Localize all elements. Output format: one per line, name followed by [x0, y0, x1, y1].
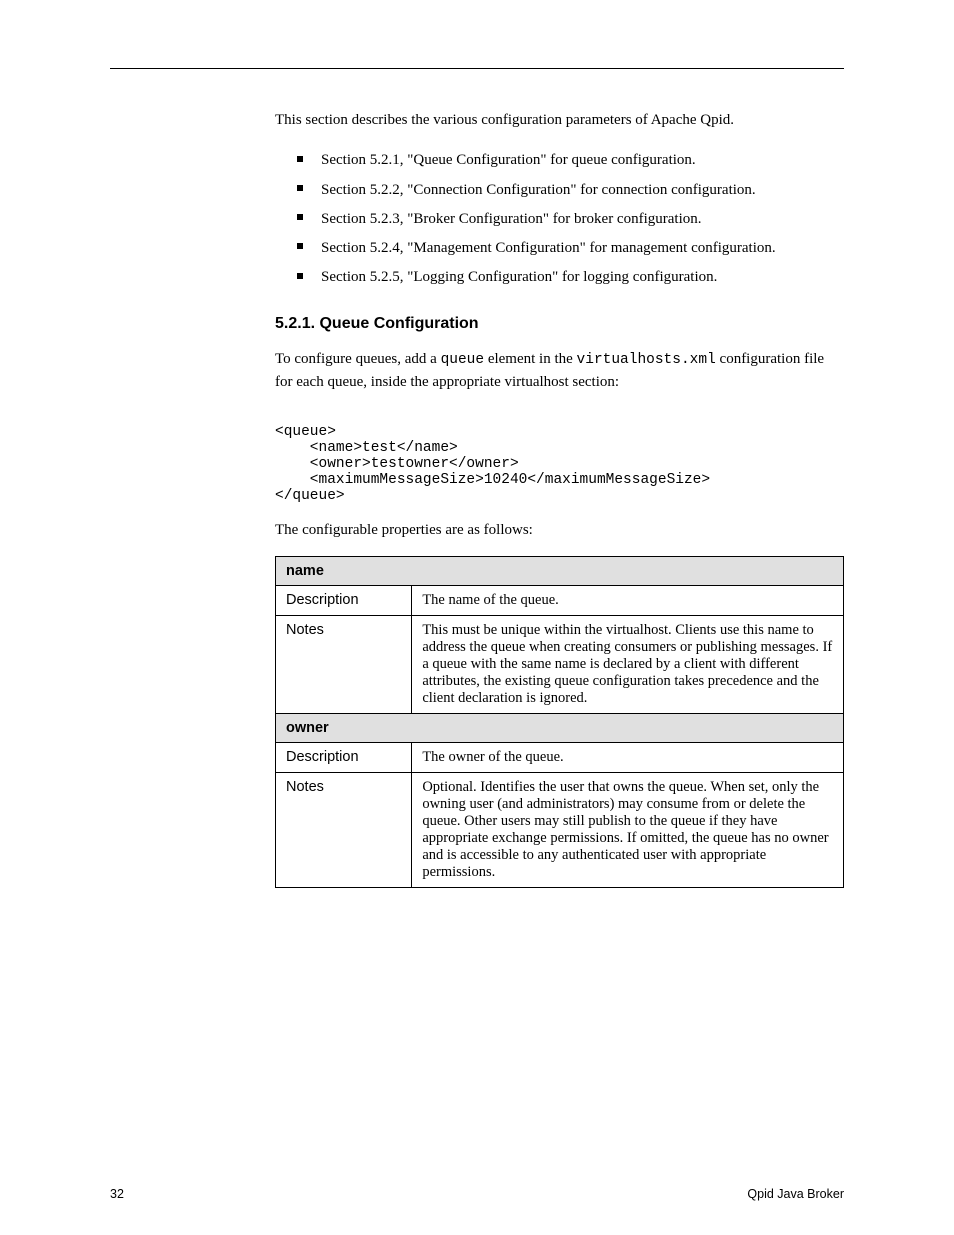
table-row: DescriptionThe name of the queue.	[276, 586, 844, 616]
attr-value-cell: This must be unique within the virtualho…	[412, 616, 844, 714]
code-line: <owner>testowner</owner>	[275, 456, 519, 472]
attr-label-cell: Notes	[276, 773, 412, 888]
list-item: Section 5.2.2, "Connection Configuration…	[297, 176, 844, 205]
intro-paragraph: This section describes the various confi…	[275, 109, 844, 132]
attr-label-cell: Notes	[276, 616, 412, 714]
attr-value-cell: The name of the queue.	[412, 586, 844, 616]
properties-table: nameDescriptionThe name of the queue.Not…	[275, 556, 844, 888]
table-row: name	[276, 557, 844, 586]
code-block: <queue> <name>test</name> <owner>testown…	[275, 408, 844, 504]
group-cell: name	[276, 557, 844, 586]
page-footer: 32 Qpid Java Broker	[110, 1187, 844, 1201]
queue-config-para1: To configure queues, add a queue element…	[275, 348, 844, 395]
table-row: DescriptionThe owner of the queue.	[276, 743, 844, 773]
text: element in the	[484, 351, 576, 367]
table-row: owner	[276, 714, 844, 743]
list-item: Section 5.2.5, "Logging Configuration" f…	[297, 263, 844, 292]
table-row: NotesOptional. Identifies the user that …	[276, 773, 844, 888]
attr-value-cell: The owner of the queue.	[412, 743, 844, 773]
inline-code: virtualhosts.xml	[577, 352, 716, 368]
top-divider	[110, 68, 844, 69]
table-row: NotesThis must be unique within the virt…	[276, 616, 844, 714]
page-number: 32	[110, 1187, 124, 1201]
code-line: </queue>	[275, 488, 345, 504]
attr-label-cell: Description	[276, 586, 412, 616]
attr-value-cell: Optional. Identifies the user that owns …	[412, 773, 844, 888]
queue-config-para2: The configurable properties are as follo…	[275, 519, 844, 542]
list-item: Section 5.2.3, "Broker Configuration" fo…	[297, 205, 844, 234]
list-item: Section 5.2.1, "Queue Configuration" for…	[297, 146, 844, 175]
attr-label-cell: Description	[276, 743, 412, 773]
section-links-list: Section 5.2.1, "Queue Configuration" for…	[297, 146, 844, 292]
footer-title: Qpid Java Broker	[747, 1187, 844, 1201]
code-line: <queue>	[275, 424, 336, 440]
code-line: <name>test</name>	[275, 440, 458, 456]
inline-code: queue	[441, 352, 485, 368]
text: To configure queues, add a	[275, 351, 441, 367]
queue-config-heading: 5.2.1. Queue Configuration	[275, 315, 844, 333]
group-cell: owner	[276, 714, 844, 743]
list-item: Section 5.2.4, "Management Configuration…	[297, 234, 844, 263]
body-content: This section describes the various confi…	[275, 109, 844, 888]
code-line: <maximumMessageSize>10240</maximumMessag…	[275, 472, 710, 488]
